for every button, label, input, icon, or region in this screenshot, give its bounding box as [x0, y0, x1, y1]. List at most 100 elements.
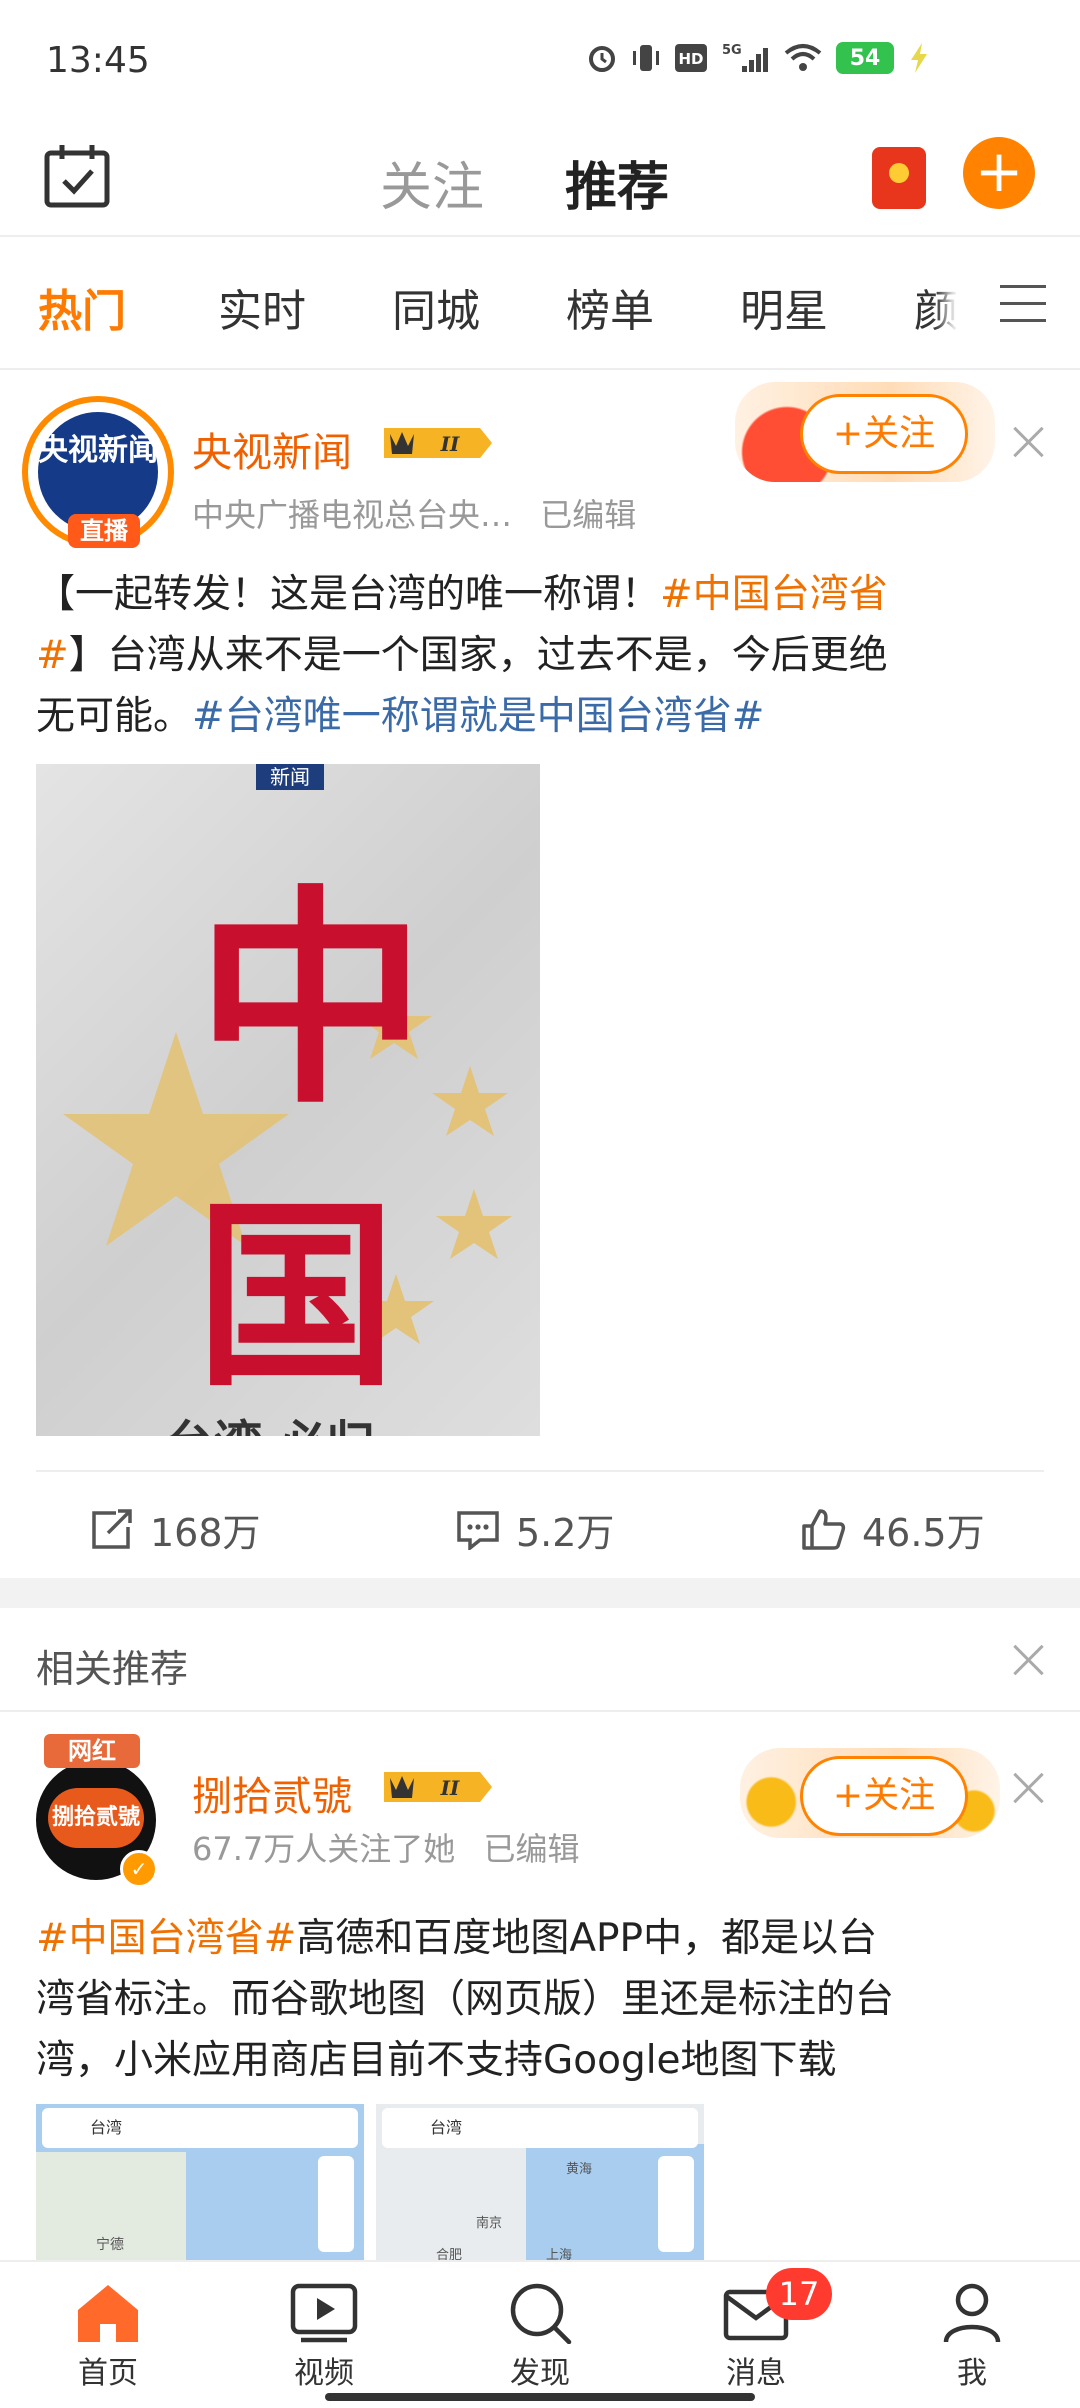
influencer-tag: 网红 [44, 1734, 140, 1768]
home-icon [78, 2285, 138, 2342]
map-search-text: 台湾 [430, 2118, 463, 2137]
live-badge: 直播 [68, 514, 140, 548]
close-icon[interactable] [1008, 422, 1048, 462]
nav-label: 我 [957, 2356, 987, 2391]
post-text-part: 】台湾从来不是一个国家，过去不是，今后更绝 [68, 633, 888, 678]
alarm-icon [589, 46, 615, 72]
section-divider [0, 1578, 1080, 1608]
post-actions: 168万 5.2万 46.5万 [36, 1470, 1044, 1582]
follower-count: 67.7万人关注了她 [192, 1830, 456, 1868]
related-header: 相关推荐 [0, 1608, 1080, 1712]
author-source: 中央广播电视总台央… [192, 496, 513, 534]
channel-hot[interactable]: 热门 [38, 275, 126, 339]
tab-follow[interactable]: 关注 [380, 145, 484, 220]
topic-link[interactable]: #中国台湾省 [660, 572, 888, 617]
post-text-part: 【一起转发！这是台湾的唯一称谓！ [36, 572, 661, 617]
signal-5g-icon: 5G [722, 43, 768, 72]
post-text-part: 湾，小米应用商店目前不支持Google地图下载 [36, 2038, 837, 2083]
status-time: 13:45 [46, 40, 150, 81]
nav-label: 消息 [726, 2356, 786, 2391]
red-packet-icon[interactable] [872, 147, 926, 209]
nav-label: 发现 [510, 2356, 570, 2391]
topic-link[interactable]: #台湾唯一称谓就是中国台湾省# [192, 694, 764, 739]
compose-button[interactable]: + [963, 137, 1035, 209]
channel-beauty[interactable]: 颜 [914, 275, 958, 339]
channel-bar: 热门 实时 同城 榜单 明星 颜 [0, 237, 1080, 370]
like-icon [802, 1508, 846, 1550]
unread-badge: 17 [766, 2268, 832, 2320]
follow-button[interactable]: +关注 [800, 1756, 968, 1836]
post-text-part: 无可能。 [36, 694, 193, 739]
close-icon[interactable] [1008, 1768, 1048, 1808]
map-screenshot[interactable]: 台湾 南京 合肥 上海 黄海 [376, 2104, 704, 2260]
nav-home[interactable]: 首页 [38, 2282, 178, 2392]
like-button[interactable]: 46.5万 [800, 1502, 985, 1557]
topic-link[interactable]: #中国台湾省# [36, 1916, 296, 1961]
channel-stars[interactable]: 明星 [740, 275, 828, 339]
map-label: 合肥 [436, 2248, 463, 2260]
nav-label: 视频 [294, 2356, 354, 2391]
tab-recommend[interactable]: 推荐 [565, 145, 670, 220]
status-bar: 13:45 HD 5G 54 [0, 0, 1080, 125]
wifi-icon [784, 44, 822, 71]
edited-label: 已编辑 [540, 496, 637, 534]
home-indicator [325, 2393, 755, 2401]
image-caption: 台湾 必归 [166, 1404, 375, 1436]
verified-icon: ✓ [120, 1850, 158, 1888]
map-search-bar: 台湾 [382, 2108, 698, 2148]
svg-text:HD: HD [678, 50, 703, 68]
map-label: 南京 [476, 2216, 503, 2231]
channel-local[interactable]: 同城 [392, 275, 480, 339]
post-text-part: 湾省标注。而谷歌地图（网页版）里还是标注的台 [36, 1977, 895, 2022]
post-text: #中国台湾省#高德和百度地图APP中，都是以台 湾省标注。而谷歌地图（网页版）里… [36, 1908, 1046, 2091]
hd-icon: HD [675, 44, 707, 72]
repost-icon [92, 1508, 132, 1549]
nav-label: 首页 [78, 2356, 138, 2391]
author-name[interactable]: 捌拾贰號 [192, 1764, 352, 1822]
author-name[interactable]: 央视新闻 [192, 420, 352, 478]
map-search-text: 台湾 [90, 2118, 123, 2137]
related-title: 相关推荐 [36, 1647, 189, 1691]
map-label: 宁德 [96, 2237, 124, 2253]
post-image[interactable]: 新闻 中 国 台湾 必归 [36, 764, 540, 1436]
repost-button[interactable]: 168万 [90, 1502, 261, 1557]
map-screenshot[interactable]: 台湾 宁德 [36, 2104, 364, 2260]
avatar[interactable]: 央视新闻 直播 [22, 396, 174, 548]
channel-menu-icon[interactable] [960, 237, 1080, 368]
comment-icon [457, 1510, 499, 1550]
comment-count: 5.2万 [516, 1511, 615, 1555]
svg-text:II: II [440, 432, 460, 456]
repost-count: 168万 [150, 1511, 261, 1555]
svg-text:5G: 5G [722, 43, 742, 58]
svg-text:II: II [440, 1776, 460, 1800]
comment-button[interactable]: 5.2万 [456, 1502, 614, 1557]
nav-me[interactable]: 我 [902, 2282, 1042, 2392]
map-tools [318, 2156, 354, 2252]
battery-indicator: 54 [836, 42, 894, 74]
channel-ranking[interactable]: 榜单 [566, 275, 654, 339]
calendar-icon[interactable] [44, 143, 110, 209]
vip-level-badge: II [384, 1772, 492, 1802]
like-count: 46.5万 [862, 1511, 985, 1555]
follow-button[interactable]: +关注 [800, 394, 968, 474]
profile-icon [943, 2283, 1001, 2343]
map-label: 上海 [546, 2248, 573, 2260]
map-search-bar: 台湾 [42, 2108, 358, 2148]
channel-realtime[interactable]: 实时 [218, 275, 306, 339]
image-char-guo: 国 [196, 1179, 397, 1414]
post-text: 【一起转发！这是台湾的唯一称谓！#中国台湾省 #】台湾从来不是一个国家，过去不是… [36, 564, 1046, 747]
nav-messages[interactable]: 消息 17 [686, 2268, 832, 2392]
post-card[interactable]: 捌拾贰號 网红 ✓ 捌拾贰號 II 67.7万人关注了她 已编辑 +关注 #中国… [0, 1712, 1080, 2260]
post-text-part: 高德和百度地图APP中，都是以台 [296, 1916, 878, 1961]
status-icons: HD 5G 54 [586, 42, 930, 74]
search-icon [510, 2283, 572, 2344]
nav-discover[interactable]: 发现 [470, 2282, 610, 2392]
map-label: 黄海 [566, 2162, 593, 2177]
bottom-nav: 首页 视频 发现 消息 17 我 [0, 2260, 1080, 2408]
edited-label: 已编辑 [483, 1830, 580, 1868]
topic-link-end[interactable]: # [36, 633, 69, 678]
close-icon[interactable] [1008, 1640, 1048, 1680]
image-char-zhong: 中 [196, 865, 427, 1135]
avatar-text: 捌拾贰號 [48, 1788, 144, 1848]
nav-video[interactable]: 视频 [254, 2282, 394, 2392]
